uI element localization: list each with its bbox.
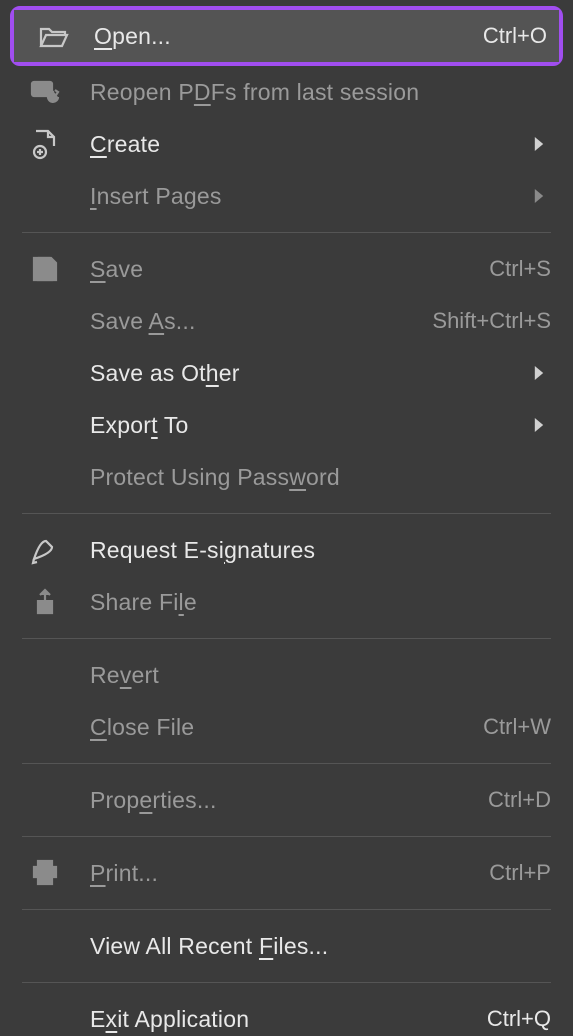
menu-item-save[interactable]: Save Ctrl+S <box>0 243 573 295</box>
menu-item-protect-password[interactable]: Protect Using Password <box>0 451 573 503</box>
menu-item-request-esignatures[interactable]: Request E-signatures <box>0 524 573 576</box>
print-icon <box>0 857 90 889</box>
reopen-icon <box>0 76 90 108</box>
share-icon <box>0 586 90 618</box>
folder-open-icon <box>14 20 94 52</box>
menu-item-share-file[interactable]: Share File <box>0 576 573 628</box>
menu-item-label: Create <box>90 131 527 158</box>
save-icon <box>0 253 90 285</box>
menu-item-label: Save as Other <box>90 360 527 387</box>
menu-item-label: View All Recent Files... <box>90 933 411 960</box>
menu-item-label: Reopen PDFs from last session <box>90 79 419 106</box>
menu-item-label: Close File <box>90 714 411 741</box>
create-pdf-icon <box>0 128 90 160</box>
menu-item-export-to[interactable]: Export To <box>0 399 573 451</box>
menu-item-label: Insert Pages <box>90 183 527 210</box>
menu-item-label: Properties... <box>90 787 411 814</box>
menu-separator <box>22 909 551 910</box>
menu-item-close-file[interactable]: Close File Ctrl+W <box>0 701 573 753</box>
file-menu: Open... Ctrl+O Reopen PDFs from last ses… <box>0 0 573 1036</box>
menu-item-open-highlight: Open... Ctrl+O <box>10 6 563 66</box>
menu-item-shortcut: Ctrl+Q <box>411 1006 551 1032</box>
menu-item-print[interactable]: Print... Ctrl+P <box>0 847 573 899</box>
menu-item-open[interactable]: Open... Ctrl+O <box>14 10 559 62</box>
chevron-right-icon <box>527 418 551 432</box>
chevron-right-icon <box>527 189 551 203</box>
menu-item-exit-application[interactable]: Exit Application Ctrl+Q <box>0 993 573 1036</box>
menu-separator <box>22 513 551 514</box>
menu-item-label: Save As... <box>90 308 411 335</box>
menu-item-label: Revert <box>90 662 411 689</box>
menu-item-label: Protect Using Password <box>90 464 411 491</box>
menu-item-label: Share File <box>90 589 411 616</box>
menu-separator <box>22 836 551 837</box>
menu-item-revert[interactable]: Revert <box>0 649 573 701</box>
menu-separator <box>22 982 551 983</box>
menu-item-shortcut: Ctrl+W <box>411 714 551 740</box>
menu-item-label: Exit Application <box>90 1006 411 1033</box>
menu-item-insert-pages[interactable]: Insert Pages <box>0 170 573 222</box>
chevron-right-icon <box>527 137 551 151</box>
menu-separator <box>22 763 551 764</box>
menu-item-shortcut: Ctrl+O <box>407 23 547 49</box>
menu-item-save-as[interactable]: Save As... Shift+Ctrl+S <box>0 295 573 347</box>
menu-item-reopen[interactable]: Reopen PDFs from last session <box>0 66 573 118</box>
menu-separator <box>22 638 551 639</box>
menu-item-create[interactable]: Create <box>0 118 573 170</box>
menu-item-shortcut: Ctrl+S <box>411 256 551 282</box>
menu-item-view-recent-files[interactable]: View All Recent Files... <box>0 920 573 972</box>
chevron-right-icon <box>527 366 551 380</box>
menu-item-properties[interactable]: Properties... Ctrl+D <box>0 774 573 826</box>
menu-item-label: Save <box>90 256 411 283</box>
menu-item-shortcut: Shift+Ctrl+S <box>411 308 551 334</box>
menu-item-save-as-other[interactable]: Save as Other <box>0 347 573 399</box>
menu-item-shortcut: Ctrl+P <box>411 860 551 886</box>
signature-icon <box>0 534 90 566</box>
menu-item-label: Request E-signatures <box>90 537 411 564</box>
menu-item-shortcut: Ctrl+D <box>411 787 551 813</box>
menu-item-label: Export To <box>90 412 527 439</box>
menu-item-label: Open... <box>94 23 407 50</box>
menu-separator <box>22 232 551 233</box>
menu-item-label: Print... <box>90 860 411 887</box>
